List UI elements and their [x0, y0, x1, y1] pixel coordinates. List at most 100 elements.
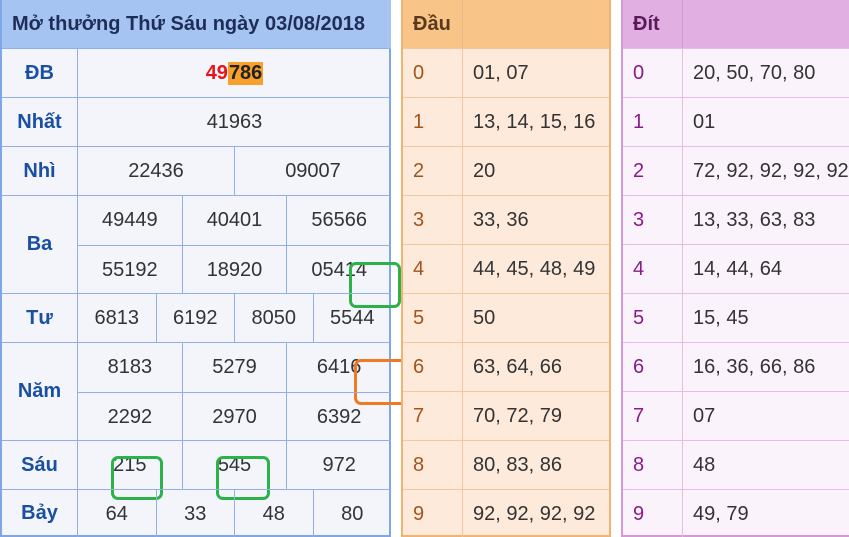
digit-cell: 3	[403, 196, 463, 245]
head-digit-row: 4 44, 45, 48, 49	[403, 244, 609, 294]
values-cell: 13, 33, 63, 83	[693, 209, 816, 231]
tail-digit-row: 0 20, 50, 70, 80	[623, 48, 849, 98]
tail-digit-row: 9 49, 79	[623, 489, 849, 537]
prize-row-third: Ba 49449 40401 56566 55192 18920 05414	[2, 195, 401, 308]
values-cell: 70, 72, 79	[473, 405, 562, 427]
prize-number: 33	[155, 490, 235, 537]
prize-number: 56566	[286, 196, 391, 245]
values-cell: 72, 92, 92, 92, 92	[693, 160, 849, 182]
prize-number-circled: 6416	[286, 343, 407, 405]
digit-cell: 9	[623, 490, 683, 537]
values-cell: 33, 36	[473, 209, 529, 231]
prize-number-circled: 05414	[286, 246, 401, 308]
digit-cell: 0	[403, 49, 463, 98]
prize-number: 6192	[155, 294, 235, 342]
digit-cell: 8	[623, 441, 683, 490]
prize-row-second: Nhì 22436 09007	[2, 146, 391, 195]
values-cell: 80, 83, 86	[473, 454, 562, 476]
tail-digit-row: 6 16, 36, 66, 86	[623, 342, 849, 392]
tail-digit-row: 5 15, 45	[623, 293, 849, 343]
values-cell: 16, 36, 66, 86	[693, 356, 816, 378]
tail-digit-row: 2 72, 92, 92, 92, 92	[623, 146, 849, 196]
head-digit-row: 6 63, 64, 66	[403, 342, 609, 392]
special-prize-prefix: 49	[205, 61, 228, 84]
values-cell: 01	[693, 111, 716, 133]
digit-cell: 6	[623, 343, 683, 392]
prize-number: 2292	[107, 405, 153, 428]
values-cell: 44, 45, 48, 49	[473, 258, 596, 280]
prize-number: 64	[105, 502, 128, 525]
digit-cell: 1	[403, 98, 463, 147]
head-digit-row: 5 50	[403, 293, 609, 343]
digit-cell: 4	[623, 245, 683, 294]
values-cell: 50	[473, 307, 496, 329]
tail-digit-row: 3 13, 33, 63, 83	[623, 195, 849, 245]
digit-cell: 5	[623, 294, 683, 343]
digit-cell: 7	[403, 392, 463, 441]
values-cell: 20, 50, 70, 80	[693, 62, 816, 84]
head-digit-row: 8 80, 83, 86	[403, 440, 609, 490]
head-digit-row: 1 13, 14, 15, 16	[403, 97, 609, 147]
digit-cell: 0	[623, 49, 683, 98]
tail-digit-row: 8 48	[623, 440, 849, 490]
prize-row-seventh: Bảy 64 33 48 80	[2, 489, 391, 537]
prize-row-fifth: Năm 8183 5279 6416 2292 2970 6392	[2, 342, 407, 441]
digit-cell: 5	[403, 294, 463, 343]
tail-digit-row: 1 01	[623, 97, 849, 147]
head-digit-row: 9 92, 92, 92, 92	[403, 489, 609, 537]
prize-number: 972	[286, 441, 391, 489]
prize-label-first: Nhất	[2, 98, 78, 146]
prize-number: 09007	[234, 147, 391, 195]
digit-cell: 8	[403, 441, 463, 490]
prize-row-special: ĐB 49 786	[2, 48, 391, 97]
tail-digit-header: Đít	[623, 0, 849, 48]
tail-digit-table: Đít 0 20, 50, 70, 80 1 01 2 72, 92, 92, 92,…	[621, 0, 849, 537]
prize-number: 49449	[102, 209, 158, 231]
values-cell: 48	[693, 454, 716, 476]
prize-number: 80	[312, 490, 392, 537]
values-cell: 49, 79	[693, 503, 749, 525]
green-circle-mark: 215	[111, 453, 164, 500]
prize-label-seventh: Bảy	[2, 490, 78, 537]
tail-digit-header-label: Đít	[623, 0, 683, 48]
digit-cell: 4	[403, 245, 463, 294]
head-digit-table: Đầu 0 01, 07 1 13, 14, 15, 16 2 20 3 33, 36 …	[401, 0, 611, 537]
head-digit-row: 7 70, 72, 79	[403, 391, 609, 441]
prize-number: 48	[234, 490, 313, 537]
prize-label-third: Ba	[2, 196, 78, 293]
values-cell: 07	[693, 405, 716, 427]
results-title: Mở thưởng Thứ Sáu ngày 03/08/2018	[2, 0, 391, 48]
special-prize-number: 49 786	[78, 49, 391, 97]
prize-number: 6813	[94, 306, 140, 329]
prize-number: 6392	[286, 393, 391, 441]
prize-label-second: Nhì	[2, 147, 78, 195]
values-cell: 63, 64, 66	[473, 356, 562, 378]
digit-cell: 9	[403, 490, 463, 537]
prize-number: 5544	[312, 294, 392, 342]
digit-cell: 2	[403, 147, 463, 196]
prize-row-fourth: Tư 6813 6192 8050 5544	[2, 293, 391, 342]
prize-number: 40401	[181, 196, 287, 245]
prize-label-sixth: Sáu	[2, 441, 78, 489]
prize-number: 8050	[234, 294, 313, 342]
digit-cell: 7	[623, 392, 683, 441]
special-prize-highlight: 786	[227, 61, 264, 85]
tail-digit-row: 4 14, 44, 64	[623, 244, 849, 294]
prize-row-first: Nhất 41963	[2, 97, 391, 146]
tail-digit-row: 7 07	[623, 391, 849, 441]
prize-number: 22436	[128, 159, 184, 182]
values-cell: 14, 44, 64	[693, 258, 782, 280]
prize-number: 2970	[181, 393, 287, 441]
prize-number: 8183	[107, 356, 153, 378]
prize-number: 5279	[181, 343, 287, 392]
prize-number: 55192	[102, 258, 158, 281]
prize-label-fourth: Tư	[2, 294, 78, 342]
green-circle-mark: 545	[215, 453, 271, 500]
head-digit-header: Đầu	[403, 0, 609, 48]
orange-circle-mark: 6416	[316, 356, 407, 405]
prize-label-special: ĐB	[2, 49, 78, 97]
prize-label-fifth: Năm	[2, 343, 78, 440]
digit-cell: 2	[623, 147, 683, 196]
head-digit-row: 0 01, 07	[403, 48, 609, 98]
digit-cell: 3	[623, 196, 683, 245]
